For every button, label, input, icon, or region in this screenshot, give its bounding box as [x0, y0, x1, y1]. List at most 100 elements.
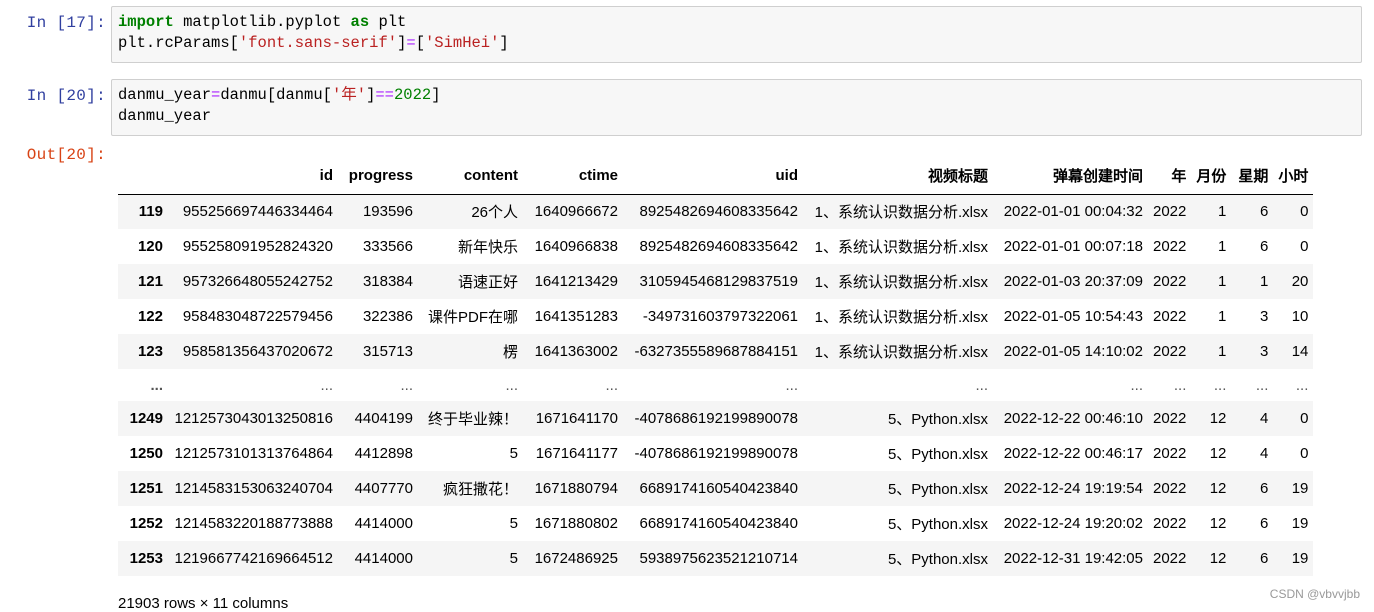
table-cell: 958483048722579456 [182, 308, 333, 325]
table-row: 1250 1212573101313764864 4412898 5 167164117… [118, 436, 1314, 471]
table-cell: 315713 [362, 343, 413, 360]
table-cell: 2022 [1153, 515, 1187, 532]
table-cell: 12 [1209, 480, 1227, 497]
code-cell-20[interactable]: danmu_year=danmu[danmu['年']==2022] danmu… [111, 79, 1362, 136]
dataframe-table: id progress content ctime uid 视频标题 弹幕创建时间年月份 星期… [118, 158, 1314, 576]
prompt-out-20: Out[20]: [26, 146, 106, 164]
code-token: [ [415, 34, 425, 52]
row-index: 122 [137, 308, 163, 325]
table-row: 1251 1214583153063240704 4407770 疯狂撒花！ 16718… [118, 471, 1314, 506]
table-cell: 语速正好 [457, 274, 518, 291]
code-token: import [118, 13, 174, 31]
table-cell: 终于毕业辣！ [427, 411, 518, 428]
table-cell: 955256697446334464 [182, 203, 333, 221]
code-token: plt.rcParams[ [118, 34, 239, 52]
row-index: 119 [138, 203, 163, 221]
table-cell: -349731603797322061 [642, 308, 798, 325]
table-row: 1252 1214583220188773888 4414000 5 167188080… [118, 506, 1314, 541]
code-token: ] [499, 34, 509, 52]
table-cell: 1 [1218, 273, 1227, 290]
table-cell: 1212573101313764864 [174, 445, 333, 462]
table-cell: 1214583220188773888 [174, 515, 333, 532]
row-index: 1252 [129, 515, 163, 532]
table-cell: 4407770 [354, 480, 413, 497]
table-cell: -4078686192199890078 [634, 410, 799, 427]
table-cell: 1、系统认识数据分析.xlsx [814, 344, 988, 361]
table-cell: ... [1173, 376, 1187, 394]
table-cell: 1640966672 [534, 203, 618, 221]
table-row: 122 958483048722579456 322386 课件PDF在哪 164135… [118, 299, 1314, 334]
table-cell: 2022 [1153, 308, 1187, 325]
table-header-row: id progress content ctime uid 视频标题 弹幕创建时间年月份 星期… [118, 158, 1314, 195]
table-cell: ... [785, 376, 798, 394]
table-cell: 5、Python.xlsx [887, 446, 988, 463]
table-cell: 14 [1291, 343, 1309, 360]
column-header: content [418, 158, 523, 195]
column-header: uid [623, 158, 803, 195]
prompt-in-20: In [20]: [26, 87, 106, 105]
table-cell: 5938975623521210714 [639, 550, 798, 567]
table-cell: 12 [1209, 410, 1227, 427]
code-token: = [406, 34, 416, 52]
code-line: danmu_year [118, 106, 1361, 127]
column-header: 年 [1148, 158, 1192, 195]
table-cell: 新年快乐 [457, 239, 518, 256]
code-token: == [375, 86, 394, 104]
table-cell: 1671641177 [535, 445, 618, 462]
code-token: 'font.sans-serif' [238, 34, 398, 52]
table-cell: 6 [1260, 515, 1269, 532]
table-cell: 5、Python.xlsx [887, 481, 988, 498]
table-cell: ... [320, 376, 333, 394]
table-cell: -6327355589687884151 [634, 343, 799, 360]
code-token: ] [397, 34, 407, 52]
table-cell: 5、Python.xlsx [887, 411, 988, 428]
table-cell: 3 [1260, 343, 1269, 360]
code-token: ] [431, 86, 441, 104]
table-cell: 1641213429 [534, 273, 618, 290]
table-body: 119 955256697446334464 193596 26个人 164096667… [118, 194, 1314, 576]
table-cell: 1、系统认识数据分析.xlsx [814, 309, 988, 326]
code-token: danmu_year [118, 86, 212, 104]
table-cell: 2022 [1153, 550, 1187, 567]
table-cell: 1、系统认识数据分析.xlsx [814, 204, 988, 222]
table-cell: 6 [1260, 238, 1269, 255]
table-cell: 2022-12-24 19:19:54 [1003, 480, 1143, 497]
table-cell: 1219667742169664512 [174, 550, 333, 567]
code-cell-17[interactable]: import matplotlib.pyplot as plt plt.rcPa… [111, 6, 1362, 63]
table-cell: ... [605, 376, 618, 394]
table-cell: 1672486925 [534, 550, 618, 567]
table-cell: 2022-01-01 00:04:32 [1003, 203, 1143, 221]
table-cell: 12 [1209, 550, 1227, 567]
table-cell: 5 [509, 445, 518, 462]
table-cell: ... [1255, 376, 1269, 394]
table-cell: ... [505, 376, 518, 394]
table-cell: 5、Python.xlsx [887, 516, 988, 533]
table-cell: 6689174160540423840 [639, 515, 798, 532]
table-cell: 4414000 [354, 515, 413, 532]
table-cell: 2022-12-22 00:46:17 [1003, 445, 1143, 462]
table-cell: ... [1130, 376, 1143, 394]
table-cell: 1641351283 [534, 308, 618, 325]
table-cell: 333566 [362, 238, 413, 255]
table-cell: 2022-01-03 20:37:09 [1003, 273, 1143, 290]
table-row: 1253 1219667742169664512 4414000 5 167248692… [118, 541, 1314, 576]
table-cell: 6689174160540423840 [639, 480, 798, 497]
table-cell: 0 [1300, 203, 1309, 221]
table-row: 120 955258091952824320 333566 新年快乐 164096683… [118, 229, 1314, 264]
table-cell: 1 [1218, 238, 1227, 255]
column-header [118, 158, 168, 195]
table-cell: 疯狂撒花！ [442, 481, 518, 498]
table-cell: 2022 [1153, 410, 1187, 427]
prompt-in-17: In [17]: [26, 14, 106, 32]
column-header: 小时 [1273, 158, 1314, 195]
code-token: '年' [331, 86, 367, 104]
table-cell: 19 [1291, 480, 1309, 497]
row-index: 1253 [129, 550, 163, 567]
row-index: 120 [137, 238, 163, 255]
table-cell: 1 [1218, 308, 1227, 325]
table-cell: 4404199 [354, 410, 413, 427]
table-cell: 5 [509, 550, 518, 567]
table-cell: 2022 [1153, 480, 1187, 497]
table-cell: 2022 [1153, 445, 1187, 462]
table-cell: ... [975, 376, 988, 394]
